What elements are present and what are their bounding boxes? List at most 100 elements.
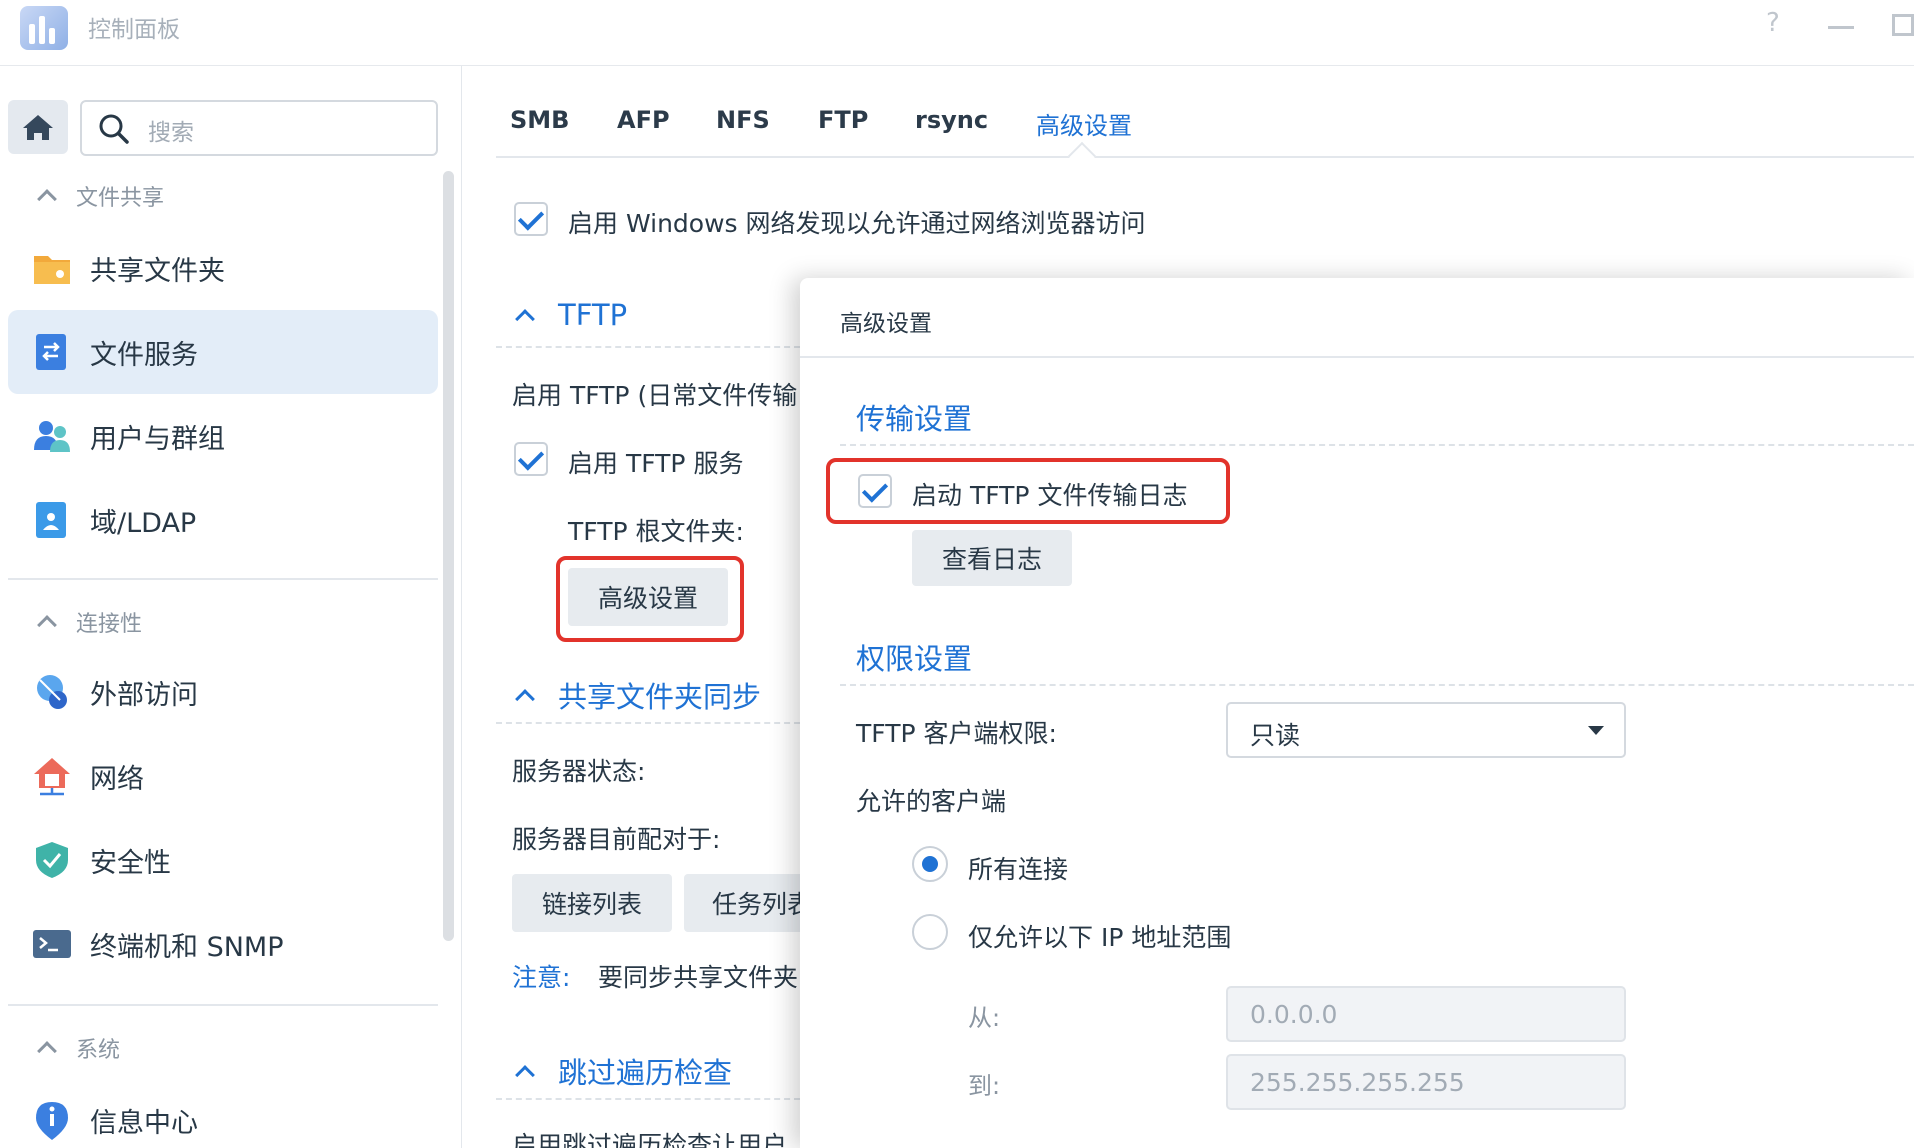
sidebar-item-users-groups[interactable]: 用户与群组 <box>8 394 438 478</box>
shield-icon <box>36 842 68 878</box>
users-icon <box>34 421 70 452</box>
title-bar: 控制面板 ? <box>0 0 1914 66</box>
note-text: 要同步共享文件夹 <box>598 963 799 992</box>
section-title: TFTP <box>558 298 628 332</box>
section-header-folder-sync[interactable]: 共享文件夹同步 <box>515 674 761 716</box>
help-icon[interactable]: ? <box>1766 8 1780 38</box>
section-header-file-sharing[interactable]: 文件共享 <box>37 180 165 212</box>
sidebar-item-domain-ldap[interactable]: 域/LDAP <box>8 478 438 562</box>
transfer-settings-title: 传输设置 <box>856 402 973 436</box>
section-label: 系统 <box>76 1038 121 1063</box>
search-icon <box>99 114 129 144</box>
maximize-icon[interactable] <box>1892 14 1914 36</box>
sidebar-divider <box>8 1004 438 1006</box>
from-label: 从: <box>968 1004 1001 1032</box>
view-log-button[interactable]: 查看日志 <box>912 530 1072 586</box>
terminal-icon <box>33 930 71 958</box>
sidebar-item-label: 文件服务 <box>90 339 198 371</box>
sidebar-item-label: 网络 <box>90 763 144 795</box>
windows-discovery-label: 启用 Windows 网络发现以允许通过网络浏览器访问 <box>568 209 1146 238</box>
section-divider <box>840 444 1914 446</box>
section-label: 文件共享 <box>76 186 165 211</box>
sidebar-item-label: 终端机和 SNMP <box>90 931 284 963</box>
radio-ip-range-label: 仅允许以下 IP 地址范围 <box>968 923 1232 952</box>
home-icon <box>23 115 53 140</box>
tftp-advanced-settings-button[interactable]: 高级设置 <box>568 568 728 626</box>
server-status-label: 服务器状态: <box>512 757 646 786</box>
tab-ftp[interactable]: FTP <box>818 106 868 134</box>
sidebar-item-label: 外部访问 <box>90 679 198 711</box>
section-header-tftp[interactable]: TFTP <box>515 298 628 332</box>
tab-afp[interactable]: AFP <box>617 106 670 134</box>
dialog-title: 高级设置 <box>840 311 932 337</box>
sidebar-item-label: 信息中心 <box>90 1107 198 1139</box>
chevron-up-icon <box>515 689 535 709</box>
enable-tftp-log-label: 启动 TFTP 文件传输日志 <box>912 481 1188 510</box>
folder-icon <box>34 256 70 284</box>
enable-tftp-checkbox[interactable] <box>514 442 548 476</box>
chevron-up-icon <box>515 309 535 329</box>
radio-all-connections-label: 所有连接 <box>968 855 1069 884</box>
to-ip-input[interactable]: 255.255.255.255 <box>1226 1054 1626 1110</box>
radio-all-connections[interactable] <box>912 846 948 882</box>
section-header-bypass-traverse[interactable]: 跳过遍历检查 <box>515 1050 733 1092</box>
control-panel-logo-icon <box>20 6 68 50</box>
sidebar-item-external-access[interactable]: 外部访问 <box>8 650 438 734</box>
client-permission-label: TFTP 客户端权限: <box>856 719 1057 748</box>
section-header-system[interactable]: 系统 <box>37 1032 121 1064</box>
minimize-icon[interactable] <box>1828 26 1854 29</box>
section-divider <box>496 346 800 348</box>
client-permission-value: 只读 <box>1250 721 1301 750</box>
section-divider <box>840 684 1914 686</box>
client-permission-select[interactable]: 只读 <box>1226 702 1626 758</box>
chevron-up-icon <box>37 615 57 635</box>
chevron-up-icon <box>37 1041 57 1061</box>
bypass-traverse-description: 启用跳过遍历检查让用户 <box>512 1131 788 1148</box>
sidebar-scrollbar[interactable] <box>443 171 454 941</box>
server-paired-label: 服务器目前配对于: <box>512 825 721 854</box>
allowed-clients-label: 允许的客户端 <box>856 787 1007 816</box>
radio-ip-range[interactable] <box>912 914 948 950</box>
dialog-header-divider <box>800 356 1914 358</box>
caret-down-icon <box>1588 726 1604 735</box>
external-access-icon <box>37 675 67 709</box>
permission-settings-title: 权限设置 <box>856 642 973 676</box>
sidebar-item-file-services[interactable]: 文件服务 <box>8 310 438 394</box>
to-label: 到: <box>968 1072 1001 1100</box>
tab-nfs[interactable]: NFS <box>716 106 770 134</box>
sidebar-item-shared-folder[interactable]: 共享文件夹 <box>8 226 438 310</box>
sidebar-divider <box>8 578 438 580</box>
sidebar-item-terminal-snmp[interactable]: 终端机和 SNMP <box>8 902 438 986</box>
section-divider <box>496 722 800 724</box>
home-button[interactable] <box>8 100 68 154</box>
section-header-connectivity[interactable]: 连接性 <box>37 606 143 638</box>
search-input[interactable] <box>80 100 438 156</box>
section-title: 跳过遍历检查 <box>558 1056 733 1090</box>
tab-smb[interactable]: SMB <box>510 106 569 134</box>
sidebar-item-label: 共享文件夹 <box>90 255 225 287</box>
enable-tftp-log-checkbox[interactable] <box>858 474 892 508</box>
sidebar-item-label: 用户与群组 <box>90 423 225 455</box>
section-label: 连接性 <box>76 612 143 637</box>
search-placeholder: 搜索 <box>148 120 194 146</box>
from-ip-input[interactable]: 0.0.0.0 <box>1226 986 1626 1042</box>
network-icon <box>34 758 70 796</box>
sidebar-item-info-center[interactable]: 信息中心 <box>8 1078 438 1148</box>
tftp-root-label: TFTP 根文件夹: <box>568 517 744 546</box>
tftp-description: 启用 TFTP (日常文件传输 <box>512 381 798 410</box>
tab-rsync[interactable]: rsync <box>915 106 988 134</box>
sidebar-item-label: 域/LDAP <box>90 507 197 539</box>
enable-tftp-label: 启用 TFTP 服务 <box>568 449 744 478</box>
chevron-up-icon <box>515 1065 535 1085</box>
tab-advanced[interactable]: 高级设置 <box>1036 106 1132 141</box>
domain-icon <box>36 502 66 538</box>
section-divider <box>496 1098 800 1100</box>
chevron-up-icon <box>37 189 57 209</box>
sidebar-item-network[interactable]: 网络 <box>8 734 438 818</box>
sidebar-item-security[interactable]: 安全性 <box>8 818 438 902</box>
tab-bar-divider <box>496 156 1914 158</box>
link-list-button[interactable]: 链接列表 <box>512 874 672 932</box>
windows-discovery-checkbox[interactable] <box>514 202 548 236</box>
sidebar: 搜索 文件共享 共享文件夹 文件服务 用户与群组 域/LDAP 连接性 外部访问… <box>0 66 462 1148</box>
file-services-icon <box>36 334 66 370</box>
